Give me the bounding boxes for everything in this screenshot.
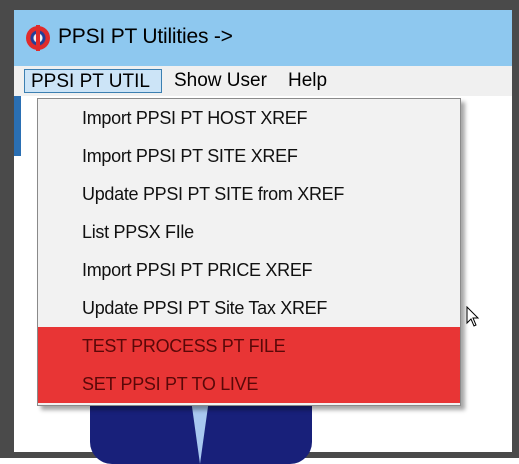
background-panel-edge — [14, 96, 21, 156]
menu-help[interactable]: Help — [282, 69, 333, 93]
window-title: PPSI PT Utilities -> — [58, 25, 233, 48]
menu-item-list-ppsx-file[interactable]: List PPSX FIle — [38, 213, 460, 251]
menu-item-update-site-from-xref[interactable]: Update PPSI PT SITE from XREF — [38, 175, 460, 213]
menu-item-import-site-xref[interactable]: Import PPSI PT SITE XREF — [38, 137, 460, 175]
ppsi-pt-util-dropdown: Import PPSI PT HOST XREF Import PPSI PT … — [37, 98, 461, 406]
screen-frame-top — [0, 0, 519, 10]
screen-frame-right — [512, 0, 519, 458]
mouse-pointer-icon — [466, 306, 480, 327]
menu-item-set-ppsi-pt-to-live[interactable]: SET PPSI PT TO LIVE — [38, 365, 460, 403]
screen-frame-left — [0, 0, 14, 458]
menu-item-import-price-xref[interactable]: Import PPSI PT PRICE XREF — [38, 251, 460, 289]
menu-ppsi-pt-util[interactable]: PPSI PT UTIL — [24, 69, 162, 93]
menu-item-update-site-tax-xref[interactable]: Update PPSI PT Site Tax XREF — [38, 289, 460, 327]
menu-item-import-host-xref[interactable]: Import PPSI PT HOST XREF — [38, 99, 460, 137]
title-bar[interactable]: PPSI PT Utilities -> — [14, 10, 512, 66]
menu-bar: PPSI PT UTIL Show User Help — [14, 66, 512, 96]
menu-item-test-process-pt-file[interactable]: TEST PROCESS PT FILE — [38, 327, 460, 365]
app-logo-icon[interactable] — [26, 25, 50, 51]
menu-show-user[interactable]: Show User — [168, 69, 273, 93]
